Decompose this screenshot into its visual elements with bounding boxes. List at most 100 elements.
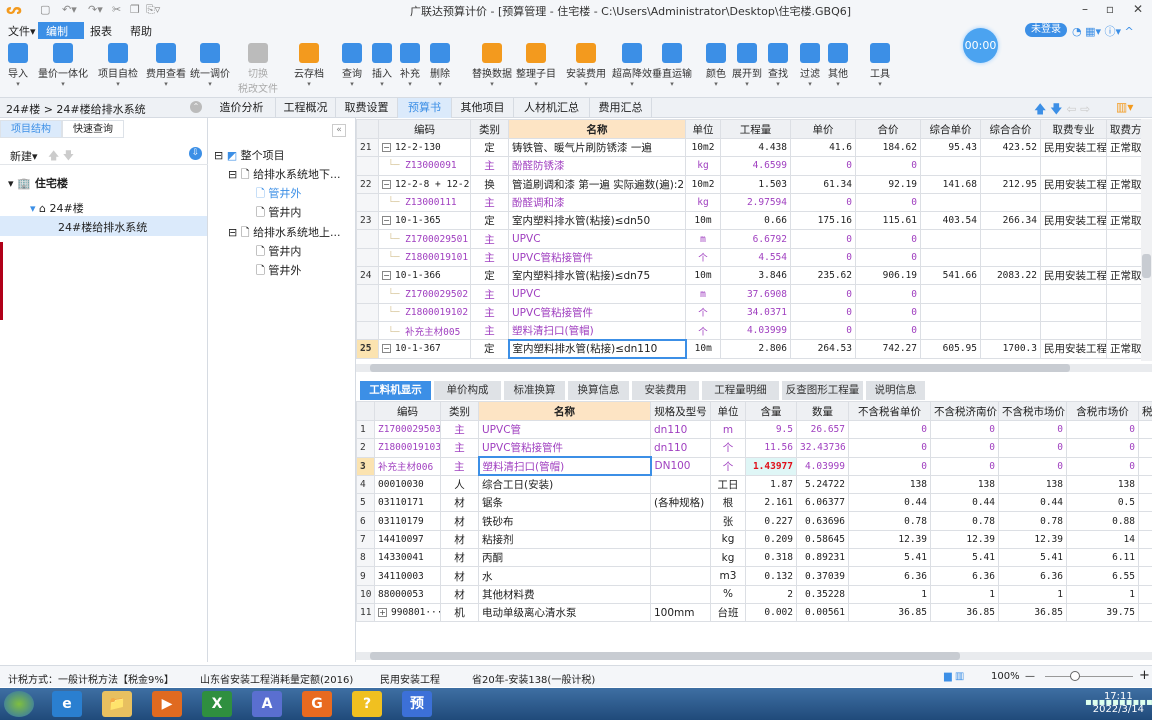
column-header[interactable]: 工程量: [720, 119, 791, 139]
detail-tab-3[interactable]: 换算信息: [568, 381, 630, 400]
cell-code[interactable]: 34110003: [374, 566, 441, 586]
cell-name[interactable]: 丙酮: [478, 548, 651, 568]
cell-unit[interactable]: 10m: [685, 211, 721, 231]
new-button[interactable]: 新建▾: [10, 148, 38, 164]
column-header[interactable]: 单价: [790, 119, 856, 139]
column-header[interactable]: 名称: [508, 119, 686, 139]
cell-p4[interactable]: 0: [1066, 456, 1139, 476]
cell-p4[interactable]: 1: [1066, 584, 1139, 604]
column-settings-icon[interactable]: ▥▾: [1116, 100, 1133, 114]
column-header[interactable]: 编码: [374, 401, 441, 421]
cell-method[interactable]: [1106, 247, 1142, 268]
cell-type[interactable]: 定: [470, 339, 509, 359]
cell-type[interactable]: 机: [440, 602, 479, 623]
cell-ctotal[interactable]: [980, 284, 1041, 304]
table-row[interactable]: 1 Z1700029503 主 UPVC管 dn110 m 9.5 26.657 0 0 0 0: [356, 419, 1152, 440]
table-row[interactable]: └─ Z1700029502 主 UPVC m 37.6908 0 0: [356, 284, 1142, 304]
collapse-icon[interactable]: −: [382, 179, 391, 189]
tree-underground[interactable]: ⊟ 🗋 给排水系统地下...: [228, 166, 341, 185]
cell-total[interactable]: 906.19: [855, 266, 921, 286]
cell-total[interactable]: 0: [855, 192, 921, 213]
cell-major[interactable]: 民用安装工程: [1040, 211, 1107, 231]
cell-no[interactable]: 6: [356, 511, 375, 531]
cell-code[interactable]: 补充主材006: [374, 456, 441, 476]
cell-p2[interactable]: 6.36: [930, 566, 999, 586]
cell-no[interactable]: 2: [356, 438, 375, 458]
table-row[interactable]: 4 00010030 人综合工日(安装) 工日 1.87 5.24722 138 138 138…: [356, 474, 1152, 495]
tab-3[interactable]: 预算书: [398, 98, 452, 118]
detail-tab-2[interactable]: 标准换算: [504, 381, 566, 400]
resource-grid-hscroll[interactable]: [356, 652, 1152, 660]
column-header[interactable]: 单位: [685, 119, 721, 139]
cell-unit[interactable]: 个: [685, 320, 721, 341]
taskbar-app-5[interactable]: G: [302, 691, 332, 717]
cell-type[interactable]: 主: [470, 156, 509, 176]
cell-cprice[interactable]: 141.68: [920, 174, 981, 194]
cell-cprice[interactable]: 605.95: [920, 339, 981, 359]
cell-unit[interactable]: kg: [685, 156, 721, 176]
ribbon-button-16[interactable]: 颜色 ▾: [706, 43, 726, 88]
cell-code[interactable]: −12-2-8 + 12-2-9: [378, 174, 471, 194]
column-header[interactable]: 名称: [478, 401, 651, 421]
cell-cprice[interactable]: [920, 247, 981, 268]
start-button[interactable]: [4, 691, 34, 717]
cell-no[interactable]: 25: [356, 339, 379, 359]
cell-cprice[interactable]: [920, 229, 981, 249]
cell-ctotal[interactable]: [980, 302, 1041, 322]
cell-ctotal[interactable]: 266.34: [980, 211, 1041, 231]
cell-major[interactable]: [1040, 192, 1107, 213]
table-row[interactable]: 9 34110003 材水 m3 0.132 0.37039 6.36 6.36 6.36 6.5…: [356, 566, 1152, 586]
cell-p2[interactable]: 1: [930, 584, 999, 604]
cell-qty[interactable]: 5.24722: [796, 474, 849, 495]
cell-qty[interactable]: 4.438: [720, 137, 791, 158]
cell-type[interactable]: 材: [440, 566, 479, 586]
collapse-icon[interactable]: −: [382, 216, 391, 226]
cell-name[interactable]: 铸铁管、暖气片刷防锈漆 一遍: [508, 137, 686, 158]
cell-code[interactable]: └─ Z1800019102: [378, 302, 471, 322]
cell-qty[interactable]: 1.503: [720, 174, 791, 194]
cell-content[interactable]: 2: [745, 584, 797, 604]
cell-qty[interactable]: 0.37039: [796, 566, 849, 586]
cell-unit[interactable]: 工日: [710, 474, 746, 495]
cell-name[interactable]: 锯条: [478, 493, 651, 513]
cell-spec[interactable]: DN100: [650, 456, 711, 476]
cell-content[interactable]: 0.209: [745, 529, 797, 550]
column-header[interactable]: 不含税市场价: [998, 401, 1067, 421]
cell-type[interactable]: 主: [470, 247, 509, 268]
column-header[interactable]: 类别: [440, 401, 479, 421]
cell-no[interactable]: 1: [356, 419, 375, 440]
cell-price[interactable]: 41.6: [790, 137, 856, 158]
cell-major[interactable]: 民用安装工程: [1040, 137, 1107, 158]
cell-qty[interactable]: 3.846: [720, 266, 791, 286]
cell-no[interactable]: 4: [356, 474, 375, 495]
cell-spec[interactable]: [650, 511, 711, 531]
cell-p2[interactable]: 12.39: [930, 529, 999, 550]
cell-cprice[interactable]: 403.54: [920, 211, 981, 231]
cell-major[interactable]: [1040, 284, 1107, 304]
detail-tab-6[interactable]: 反查图形工程量: [782, 381, 864, 400]
cell-content[interactable]: 11.56: [745, 438, 797, 458]
cell-qty[interactable]: 0.58645: [796, 529, 849, 550]
ribbon-button-8[interactable]: 插入 ▾: [372, 43, 392, 88]
cell-total[interactable]: 92.19: [855, 174, 921, 194]
column-header[interactable]: 含量: [745, 401, 797, 421]
ribbon-button-21[interactable]: 工具 ▾: [870, 43, 890, 88]
cell-major[interactable]: [1040, 229, 1107, 249]
cell-cprice[interactable]: [920, 320, 981, 341]
column-header[interactable]: 综合合价: [980, 119, 1041, 139]
cell-unit[interactable]: m: [685, 229, 721, 249]
cell-total[interactable]: 0: [855, 302, 921, 322]
cell-major[interactable]: [1040, 156, 1107, 176]
cell-unit[interactable]: 10m2: [685, 174, 721, 194]
cell-ctotal[interactable]: 1700.3: [980, 339, 1041, 359]
cell-name[interactable]: UPVC: [508, 229, 686, 249]
cell-qty[interactable]: 32.43736: [796, 438, 849, 458]
cell-code[interactable]: Z1700029503: [374, 419, 441, 440]
cell-type[interactable]: 定: [470, 211, 509, 231]
column-header[interactable]: 数量: [796, 401, 849, 421]
cell-method[interactable]: [1106, 156, 1142, 176]
cell-qty[interactable]: 0.35228: [796, 584, 849, 604]
taskbar-app-2[interactable]: ▶: [152, 691, 182, 717]
cell-method[interactable]: 正常取费: [1106, 137, 1142, 158]
cell-p2[interactable]: 0: [930, 438, 999, 458]
